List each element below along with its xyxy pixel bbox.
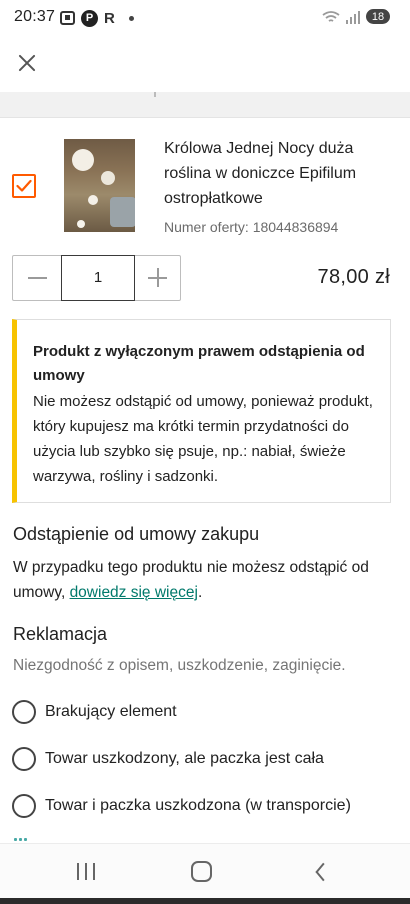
notification-dot-icon (128, 15, 134, 21)
product-checkbox[interactable] (12, 174, 36, 198)
bottom-edge (0, 898, 410, 904)
quantity-increase-button[interactable] (134, 256, 180, 300)
back-icon[interactable] (312, 862, 326, 882)
status-bar: 20:37 P R 18 (0, 0, 410, 36)
radio-missing-element[interactable]: Brakujący element (12, 699, 177, 725)
system-navigation-bar (0, 843, 410, 898)
complaint-heading: Reklamacja (13, 624, 108, 644)
top-bar (0, 36, 410, 92)
quantity-stepper: 1 (12, 255, 181, 301)
radio-circle[interactable] (12, 794, 36, 818)
wifi-icon (322, 10, 340, 22)
radio-label: Brakujący element (45, 703, 177, 720)
radio-label: Towar i paczka uszkodzona (w transporcie… (45, 797, 351, 814)
withdrawal-excluded-notice: Produkt z wyłączonym prawem odstąpienia … (12, 319, 391, 503)
status-time: 20:37 (14, 8, 56, 25)
offer-number: Numer oferty: 18044836894 (164, 219, 339, 235)
checkmark-icon (16, 179, 32, 192)
product-title[interactable]: Królowa Jednej Nocy duża roślina w donic… (164, 136, 394, 211)
radio-label: Towar uszkodzony, ale paczka jest cała (45, 750, 324, 767)
withdrawal-text: W przypadku tego produktu nie możesz ods… (13, 555, 398, 605)
radio-circle[interactable] (12, 747, 36, 771)
withdrawal-text-end: . (197, 584, 203, 601)
battery-icon: 18 (366, 9, 390, 24)
withdrawal-heading: Odstąpienie od umowy zakupu (13, 524, 260, 544)
signal-icon (346, 10, 360, 24)
product-price: 78,00 zł (317, 266, 390, 288)
scrolled-header-strip (0, 92, 410, 118)
radio-damaged-item-intact-package[interactable]: Towar uszkodzony, ale paczka jest cała (12, 746, 324, 772)
status-system-icons: 18 (322, 9, 390, 24)
parking-app-icon: P (81, 9, 98, 27)
radio-circle[interactable] (12, 700, 36, 724)
recent-apps-icon[interactable] (76, 863, 96, 880)
home-icon[interactable] (191, 861, 212, 882)
complaint-subtitle: Niezgodność z opisem, uszkodzenie, zagin… (13, 657, 346, 674)
quantity-decrease-button[interactable] (13, 256, 61, 300)
status-notification-icons: P R (60, 9, 134, 27)
quantity-input[interactable]: 1 (61, 255, 135, 301)
product-image[interactable] (64, 139, 135, 232)
radio-damaged-in-transport[interactable]: Towar i paczka uszkodzona (w transporcie… (12, 793, 351, 819)
screenshot-icon (60, 11, 75, 25)
learn-more-link[interactable]: dowiedz się więcej (70, 584, 198, 601)
r-app-icon: R (104, 9, 115, 27)
notice-title: Produkt z wyłączonym prawem odstąpienia … (33, 343, 365, 384)
notice-body: Nie możesz odstąpić od umowy, ponieważ p… (33, 393, 373, 485)
close-icon[interactable] (14, 50, 40, 76)
